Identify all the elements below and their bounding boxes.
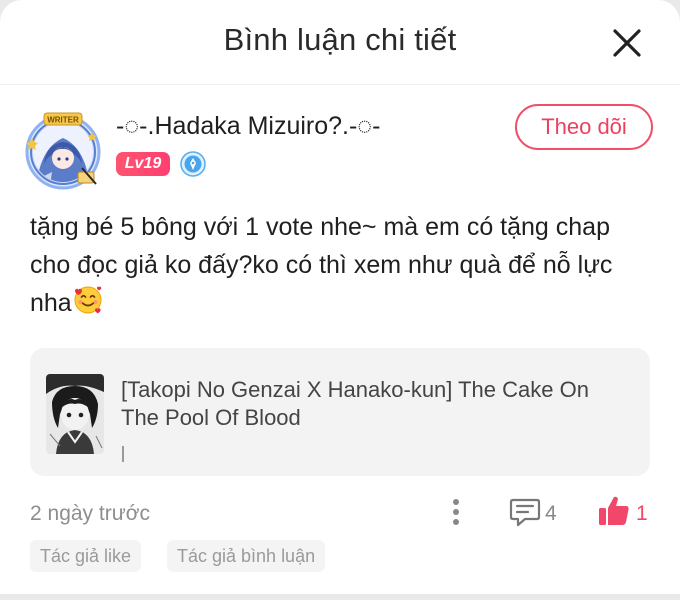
like-count: 1	[636, 502, 648, 525]
level-badge: Lv19	[116, 152, 170, 176]
close-icon	[613, 29, 641, 57]
like-button[interactable]	[597, 494, 631, 528]
story-card[interactable]: [Takopi No Genzai X Hanako-kun] The Cake…	[30, 348, 650, 476]
verified-badge-icon	[180, 151, 206, 177]
smiling-face-with-hearts-icon	[73, 285, 103, 326]
comment-text: tặng bé 5 bông với 1 vote nhe~ mà em có …	[30, 208, 640, 326]
avatar-frame-label: WRITER	[47, 116, 79, 125]
thumbs-up-icon	[599, 496, 629, 525]
page-title: Bình luận chi tiết	[223, 22, 457, 57]
story-text-cursor	[122, 446, 124, 462]
close-button[interactable]	[610, 26, 644, 60]
author-liked-tag: Tác giả like	[30, 540, 142, 572]
comment-icon	[509, 498, 541, 527]
story-cover-image	[46, 374, 104, 454]
more-vertical-icon	[453, 499, 459, 525]
story-title: [Takopi No Genzai X Hanako-kun] The Cake…	[121, 377, 589, 430]
comment-body: tặng bé 5 bông với 1 vote nhe~ mà em có …	[30, 213, 613, 317]
username[interactable]: -◌-.Hadaka Mizuiro?.-◌-	[116, 112, 381, 141]
author-replied-tag: Tác giả bình luận	[167, 540, 326, 572]
header: Bình luận chi tiết	[0, 0, 680, 85]
avatar[interactable]: WRITER	[22, 108, 104, 190]
avatar-image: WRITER	[25, 112, 101, 190]
comment-timestamp: 2 ngày trước	[30, 502, 151, 525]
comment-detail-sheet: Bình luận chi tiết WRITER -◌-.Hadaka Miz…	[0, 0, 680, 594]
follow-button[interactable]: Theo dõi	[515, 104, 653, 150]
comment-count: 4	[545, 502, 557, 525]
more-options-button[interactable]	[443, 497, 469, 527]
reply-button[interactable]	[508, 495, 542, 529]
